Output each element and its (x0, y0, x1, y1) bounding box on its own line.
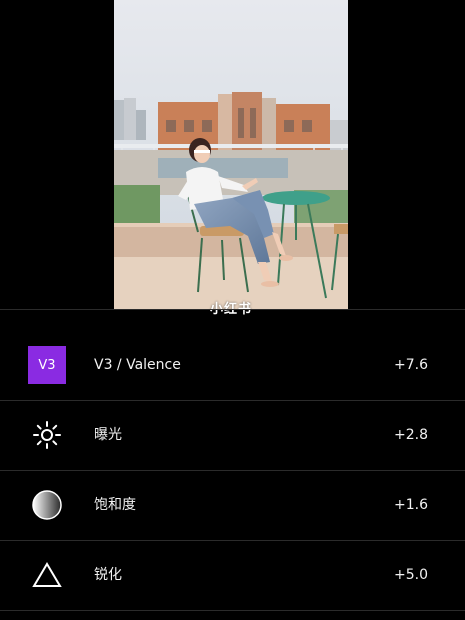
gradient-circle-icon (28, 486, 66, 524)
watermark-text: 小红书 (209, 302, 252, 317)
adjustment-value: +1.6 (394, 497, 428, 513)
photo-preview (114, 0, 348, 309)
adjustment-value: +5.0 (394, 567, 428, 583)
adjustment-row-sharpen[interactable]: 锐化 +5.0 (0, 541, 465, 610)
adjustment-label: 曝光 (94, 427, 122, 443)
adjustment-label: 饱和度 (94, 497, 136, 513)
adjustment-label: 锐化 (94, 567, 122, 583)
preset-badge: V3 (28, 346, 66, 384)
adjustment-row-preset[interactable]: V3 V3 / Valence +7.6 (0, 331, 465, 400)
adjustment-row-saturation[interactable]: 饱和度 +1.6 (0, 471, 465, 540)
preset-badge-icon: V3 (28, 346, 66, 384)
sun-icon (28, 416, 66, 454)
divider (0, 309, 465, 310)
adjustment-value: +7.6 (394, 357, 428, 373)
adjustment-value: +2.8 (394, 427, 428, 443)
triangle-icon (28, 556, 66, 594)
adjustment-row-exposure[interactable]: 曝光 +2.8 (0, 401, 465, 470)
photo-image (114, 0, 348, 309)
adjustment-label: V3 / Valence (94, 357, 181, 373)
divider (0, 610, 465, 611)
